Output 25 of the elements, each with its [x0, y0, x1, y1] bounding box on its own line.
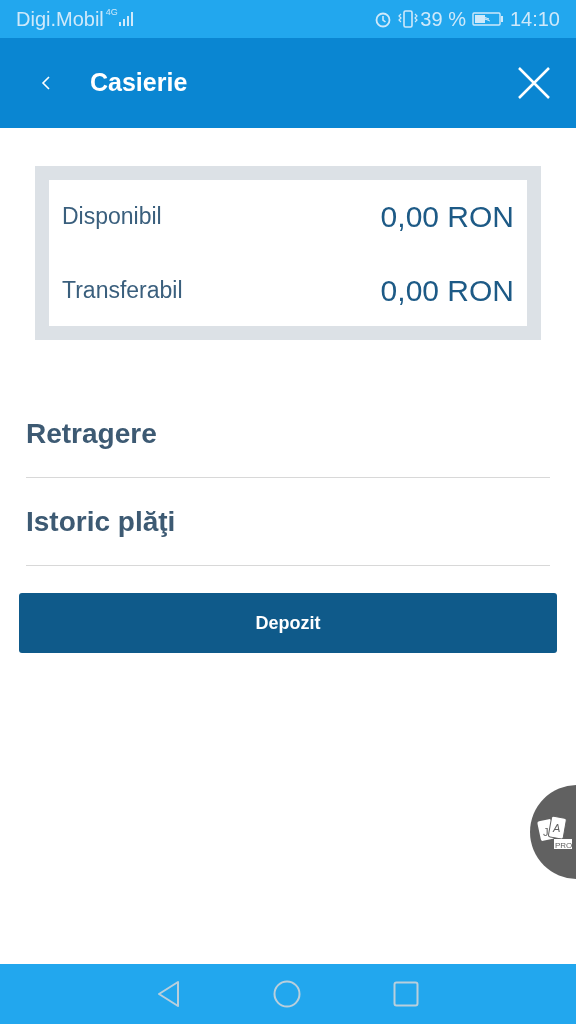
clock-time: 14:10 — [509, 7, 560, 32]
network-type: 4G — [105, 6, 118, 19]
balance-amount: 0,00 RON — [380, 272, 514, 309]
signal-icon — [118, 12, 133, 26]
balance-label: Disponibil — [62, 201, 162, 231]
battery-percent: 39 % — [420, 7, 466, 32]
menu-item[interactable]: Retragere — [26, 390, 550, 478]
close-icon — [517, 66, 551, 100]
balance-label: Transferabil — [62, 275, 183, 305]
nav-home-button[interactable] — [273, 980, 301, 1008]
back-icon — [41, 75, 51, 91]
nav-recents-icon — [393, 981, 419, 1007]
nav-back-icon — [157, 980, 181, 1008]
menu-item[interactable]: Istoric plăţi — [26, 478, 550, 566]
nav-recents-button[interactable] — [393, 981, 419, 1007]
battery-charging-icon — [471, 12, 504, 26]
carrier-name: Digi.Mobil — [16, 7, 104, 32]
vibrate-icon — [398, 10, 419, 28]
deposit-button[interactable]: Depozit — [19, 593, 557, 653]
alarm-icon — [374, 10, 393, 28]
nav-back-button[interactable] — [157, 980, 181, 1008]
floating-badge-button[interactable]: J A PRO — [530, 785, 576, 879]
balance-amount: 0,00 RON — [380, 198, 514, 235]
page-title: Casierie — [90, 67, 188, 99]
nav-home-icon — [273, 980, 301, 1008]
